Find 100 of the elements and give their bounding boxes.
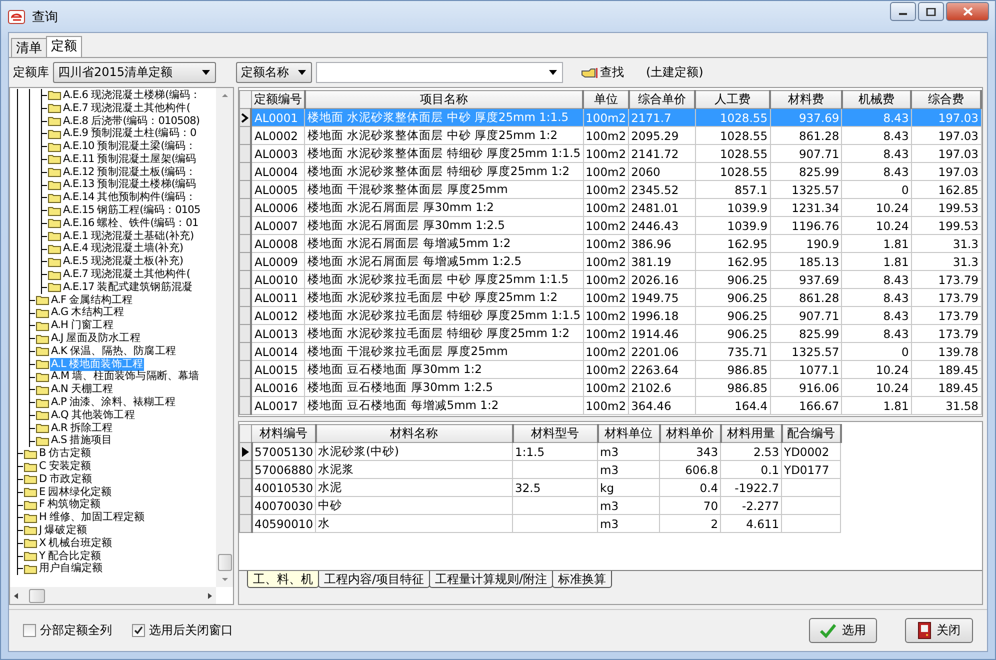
tree-item[interactable]: A.R 拆除工程 (50, 422, 114, 435)
table-cell: m3 (598, 442, 660, 460)
tree-item[interactable]: A.M 墙、柱面装饰与隔断、幕墙 (50, 370, 200, 384)
select-button[interactable]: 选用 (809, 618, 877, 643)
table-cell: 水 (316, 514, 513, 532)
table-cell: 381.19 (628, 252, 696, 270)
table-cell: 0.1 (720, 460, 782, 478)
table-cell: 2095.29 (628, 126, 696, 144)
tree-item[interactable]: A.K 保温、隔热、防腐工程 (50, 344, 177, 358)
column-header[interactable]: 配合编号 (782, 424, 841, 442)
tab[interactable]: 清单 (11, 38, 47, 57)
table-cell: 1325.57 (770, 180, 842, 198)
table-cell: 164.4 (695, 396, 770, 414)
tree-item[interactable]: A.J 屋面及防水工程 (50, 332, 142, 346)
table-cell: AL0010 (251, 270, 305, 288)
scrollbar-thumb[interactable] (29, 588, 45, 602)
table-cell: 100m2 (583, 270, 629, 288)
tree-item[interactable]: H 维修、加固工程定额 (38, 511, 146, 524)
library-dropdown[interactable]: 四川省2015清单定额 (53, 62, 216, 83)
folder-icon (24, 462, 37, 472)
close-button[interactable] (946, 2, 989, 21)
tree-item[interactable]: X 机械台班定额 (38, 536, 114, 550)
maximize-button[interactable] (918, 2, 944, 21)
tree-item[interactable]: D 市政定额 (38, 472, 94, 486)
table-cell: 1077.1 (770, 360, 842, 378)
tree-item[interactable]: A.P 油漆、涂料、裱糊工程 (50, 396, 176, 410)
scrollbar-thumb[interactable] (218, 554, 232, 571)
folder-icon (48, 192, 61, 203)
tree-item[interactable]: F 构筑物定额 (38, 498, 102, 512)
tab[interactable]: 定额 (46, 36, 82, 57)
tree-item[interactable]: C 安装定额 (38, 460, 92, 474)
tree-item[interactable]: Y 配合比定额 (38, 550, 102, 563)
vertical-scrollbar[interactable] (216, 88, 233, 587)
column-header[interactable]: 材料编号 (252, 424, 316, 442)
column-header[interactable]: 材料单价 (660, 424, 721, 442)
tree-item[interactable]: A.E.9 预制混凝土柱(编码：0 (62, 127, 198, 140)
tree-item[interactable]: A.E.15 钢筋工程(编码：0105 (62, 204, 202, 218)
tree-item[interactable]: A.E.11 预制混凝土屋架(编码 (62, 152, 198, 166)
table-cell: 162.95 (695, 234, 770, 252)
checkbox[interactable] (23, 624, 36, 637)
tab[interactable]: 工程内容/项目特征 (318, 571, 430, 588)
tree-item[interactable]: A.E.8 后浇带(编码：010508) (62, 114, 201, 128)
tab[interactable]: 工、料、机 (247, 571, 319, 588)
tree-item[interactable]: A.H 门窗工程 (50, 319, 114, 332)
table-cell: 197.03 (911, 144, 981, 162)
column-header[interactable]: 材料费 (770, 90, 842, 108)
column-header[interactable]: 材料型号 (512, 424, 598, 442)
tree-item[interactable]: A.S 措施项目 (50, 434, 114, 448)
column-header[interactable]: 综合单价 (628, 90, 696, 108)
tab[interactable]: 工程量计算规则/附注 (429, 571, 554, 588)
folder-icon (48, 154, 61, 164)
tree-item[interactable]: E 园林绿化定额 (38, 486, 113, 499)
column-header[interactable]: 机械费 (842, 90, 912, 108)
folder-icon (24, 551, 37, 562)
tree-item[interactable]: B 仿古定额 (38, 447, 92, 460)
tree-item[interactable]: J 爆破定额 (38, 524, 88, 537)
folder-icon (48, 282, 61, 292)
tree-item[interactable]: A.F 金属结构工程 (50, 294, 134, 307)
row-header[interactable] (240, 442, 252, 460)
tree-item[interactable]: A.E.6 现浇混凝土楼梯(编码： (62, 88, 202, 102)
column-header[interactable]: 综合费 (911, 90, 981, 108)
tree-item[interactable]: A.E.17 装配式建筑钢筋混凝 (62, 280, 194, 294)
tree-item[interactable]: A.E.10 预制混凝土梁(编码： (62, 140, 198, 154)
tree-item[interactable]: A.N 天棚工程 (50, 383, 114, 396)
tree-item[interactable]: A.E.7 现浇混凝土其他构件( (62, 102, 192, 115)
column-header[interactable]: 人工费 (695, 90, 770, 108)
table-cell: 57005130 (252, 442, 316, 460)
scroll-left-icon[interactable] (13, 592, 19, 600)
tree-item[interactable]: A.E.14 其他预制构件(编码： (62, 191, 198, 204)
tree-item[interactable]: A.E.5 现浇混凝土板(补充) (62, 255, 184, 268)
table-cell: 100m2 (583, 126, 629, 144)
column-header[interactable]: 定额编号 (251, 90, 305, 108)
tree-item[interactable]: A.E.13 预制混凝土楼梯(编码 (62, 178, 198, 192)
column-header[interactable]: 材料用量 (720, 424, 782, 442)
tree-item[interactable]: A.E.7 现浇混凝土其他构件( (62, 268, 192, 282)
checkbox-label: 分部定额全列 (40, 622, 112, 639)
tree-item[interactable]: A.E.1 现浇混凝土基础(补充) (62, 230, 195, 243)
field-dropdown[interactable]: 定额名称 (236, 62, 312, 83)
tree-item[interactable]: A.E.12 预制混凝土板(编码： (62, 166, 198, 179)
checkbox[interactable] (132, 624, 145, 637)
table-cell: AL0009 (251, 252, 305, 270)
tree-item[interactable]: A.E.4 现浇混凝土墙(补充) (62, 242, 184, 256)
folder-icon (24, 500, 37, 510)
column-header[interactable]: 项目名称 (304, 90, 584, 108)
minimize-button[interactable] (890, 2, 916, 21)
search-field[interactable] (316, 62, 563, 83)
scroll-right-icon[interactable] (207, 592, 213, 600)
column-header[interactable]: 单位 (583, 90, 629, 108)
tab[interactable]: 标准换算 (552, 571, 612, 588)
table-cell: 857.1 (695, 180, 770, 198)
close-window-button[interactable]: 关闭 (905, 618, 973, 643)
horizontal-scrollbar[interactable] (10, 587, 216, 604)
tree-item[interactable]: A.G 木结构工程 (50, 306, 126, 320)
search-button[interactable]: 查找 (577, 64, 628, 81)
column-header[interactable]: 材料单位 (598, 424, 660, 442)
row-header[interactable] (240, 108, 252, 126)
tree-item[interactable]: A.Q 其他装饰工程 (50, 408, 136, 422)
tree-item[interactable]: 用户自编定额 (38, 562, 104, 576)
column-header[interactable]: 材料名称 (316, 424, 513, 442)
tree-item[interactable]: A.E.16 螺栓、铁件(编码：01 (62, 216, 200, 230)
